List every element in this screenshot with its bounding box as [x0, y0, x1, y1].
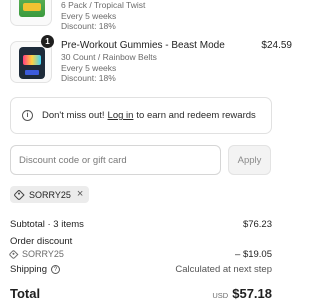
order-discount-row: Order discount [10, 236, 272, 247]
discount-value: – $19.05 [235, 249, 272, 260]
notice-text-after: to earn and redeem rewards [136, 110, 256, 121]
item-title: Pre-Workout Gummies - Beast Mode [61, 40, 225, 51]
discount-code-row: SORRY25 – $19.05 [8, 249, 272, 260]
login-link[interactable]: Log in [108, 110, 134, 121]
total-row: Total USD $57.18 [10, 286, 272, 300]
applied-code-label: SORRY25 [29, 189, 71, 200]
total-amount: $57.18 [232, 286, 272, 300]
notice-text: Don't miss out! [42, 110, 105, 121]
shipping-row: Shipping ? Calculated at next step [10, 264, 272, 275]
item-discount: Discount: 18% [61, 73, 116, 83]
quantity-badge: 1 [41, 35, 54, 48]
tag-icon [13, 188, 25, 201]
help-icon[interactable]: ? [50, 265, 60, 274]
item-frequency: Every 5 weeks [61, 62, 117, 73]
shipping-value: Calculated at next step [175, 264, 272, 275]
subtotal-value: $76.23 [242, 219, 272, 230]
item-variant: 6 Pack / Tropical Twist [61, 0, 146, 10]
order-discount-label: Order discount [10, 236, 73, 247]
total-label: Total [10, 286, 41, 300]
discount-code-label: SORRY25 [22, 249, 64, 259]
item-variant: 30 Count / Rainbow Belts [61, 52, 157, 62]
item-frequency: Every 5 weeks [61, 10, 117, 21]
shipping-label: Shipping [10, 264, 47, 275]
product-image [10, 0, 52, 26]
subtotal-row: Subtotal · 3 items $76.23 [10, 219, 272, 230]
applied-discount-chip: SORRY25 × [10, 186, 90, 203]
subtotal-label: Subtotal · 3 items [10, 219, 84, 230]
cart-item-tropical-twist: 6 Pack / Tropical Twist Every 5 weeks Di… [10, 0, 292, 31]
tag-icon [8, 249, 19, 259]
item-price: $24.59 [261, 40, 292, 51]
currency-code: USD [212, 291, 229, 300]
discount-code-input[interactable] [10, 145, 221, 175]
rewards-notice: i Don't miss out! Log in to earn and red… [10, 97, 272, 134]
item-discount: Discount: 18% [61, 21, 116, 31]
close-icon[interactable]: × [77, 189, 83, 200]
cart-item-beast-mode: 1 Pre-Workout Gummies - Beast Mode $24.5… [10, 35, 292, 92]
apply-button[interactable]: Apply [228, 145, 271, 175]
info-icon: i [22, 110, 33, 121]
